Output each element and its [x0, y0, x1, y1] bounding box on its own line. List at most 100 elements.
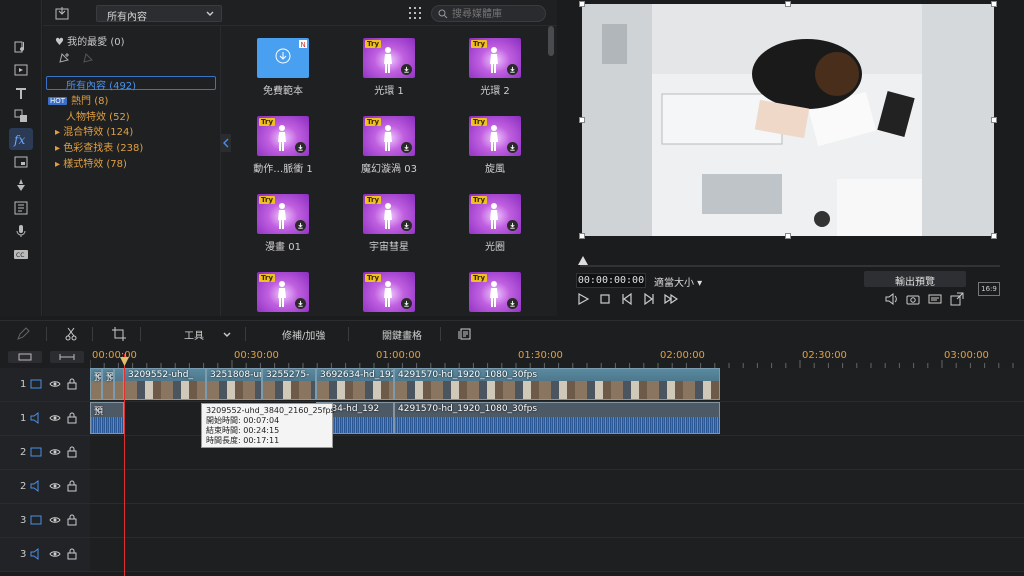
- track-header[interactable]: 3: [0, 504, 90, 538]
- prev-frame-icon[interactable]: [620, 292, 634, 306]
- volume-icon[interactable]: [884, 292, 898, 306]
- audio-clip[interactable]: 預: [90, 402, 124, 434]
- eye-icon[interactable]: [49, 480, 61, 492]
- scrub-knob[interactable]: [578, 256, 588, 265]
- eye-icon[interactable]: [49, 514, 61, 526]
- video-clip[interactable]: 3209552-uhd_: [124, 368, 206, 400]
- effect-tile[interactable]: Try: [469, 194, 521, 234]
- download-icon[interactable]: [295, 298, 306, 309]
- download-icon[interactable]: [401, 142, 412, 153]
- effect-tile[interactable]: Try: [363, 272, 415, 312]
- tree-people[interactable]: 人物特效 (52): [66, 108, 130, 123]
- particle-room-icon[interactable]: [9, 174, 33, 196]
- fit-timeline-button[interactable]: [50, 351, 84, 363]
- video-clip[interactable]: 3692634-hd_192: [316, 368, 394, 400]
- effect-tile[interactable]: Try: [363, 194, 415, 234]
- tree-blend[interactable]: ▸ 混合特效 (124): [55, 123, 133, 138]
- download-icon[interactable]: [507, 220, 518, 231]
- track-manager-button[interactable]: [8, 351, 42, 363]
- category-dropdown[interactable]: 所有內容: [96, 5, 222, 23]
- download-icon[interactable]: [507, 64, 518, 75]
- video-clip[interactable]: [114, 368, 124, 400]
- tools-menu[interactable]: 工具: [184, 327, 204, 342]
- effect-tile[interactable]: Try: [469, 272, 521, 312]
- library-scrollbar[interactable]: [547, 26, 555, 316]
- tree-style[interactable]: ▸ 樣式特效 (78): [55, 155, 127, 170]
- download-icon[interactable]: [401, 298, 412, 309]
- clip-properties-icon[interactable]: [458, 327, 472, 341]
- preview-scrub-bar[interactable]: [580, 265, 1000, 267]
- pen-icon[interactable]: [16, 327, 30, 341]
- video-clip[interactable]: 3251808-ur: [206, 368, 262, 400]
- effect-tile[interactable]: N: [257, 38, 309, 78]
- fx-room-icon[interactable]: fx: [9, 128, 33, 150]
- video-clip[interactable]: 4291570-hd_1920_1080_30fps: [394, 368, 720, 400]
- track-lane[interactable]: [90, 470, 1024, 504]
- track-lane[interactable]: [90, 504, 1024, 538]
- effect-tile[interactable]: Try: [363, 38, 415, 78]
- track-header[interactable]: 2: [0, 436, 90, 470]
- timecode-display[interactable]: 00:00:00:00: [576, 273, 646, 288]
- eye-icon[interactable]: [49, 548, 61, 560]
- lock-icon[interactable]: [66, 548, 78, 560]
- download-icon[interactable]: [295, 220, 306, 231]
- next-frame-icon[interactable]: [642, 292, 656, 306]
- lock-icon[interactable]: [66, 480, 78, 492]
- title-room-icon[interactable]: [9, 82, 33, 104]
- fast-forward-icon[interactable]: [664, 292, 678, 306]
- tree-hot[interactable]: HOT 熱門 (8): [48, 92, 108, 107]
- download-icon[interactable]: [401, 64, 412, 75]
- add-favorite-icon[interactable]: [57, 51, 71, 65]
- grid-view-icon[interactable]: [409, 7, 421, 19]
- video-clip[interactable]: 預: [90, 368, 102, 400]
- resize-handle-tr[interactable]: [991, 1, 997, 7]
- track-header[interactable]: 2: [0, 470, 90, 504]
- track-header[interactable]: 1: [0, 402, 90, 436]
- playhead-line[interactable]: [124, 354, 125, 576]
- external-preview-icon[interactable]: [950, 292, 964, 306]
- effect-tile[interactable]: Try: [257, 272, 309, 312]
- subtitle-preview-icon[interactable]: [928, 292, 942, 306]
- resize-handle-br[interactable]: [991, 233, 997, 239]
- crop-icon[interactable]: [112, 327, 126, 341]
- collapse-tree-button[interactable]: [221, 134, 231, 152]
- video-clip[interactable]: 3255275-: [262, 368, 316, 400]
- transition-room-icon[interactable]: [9, 105, 33, 127]
- effect-tile[interactable]: Try: [363, 116, 415, 156]
- resize-handle-t[interactable]: [785, 1, 791, 7]
- search-input[interactable]: [452, 8, 542, 20]
- download-icon[interactable]: [401, 220, 412, 231]
- track-lane[interactable]: [90, 538, 1024, 572]
- export-preview-button[interactable]: 輸出預覽: [864, 271, 966, 288]
- chapter-room-icon[interactable]: [9, 197, 33, 219]
- scissors-icon[interactable]: [64, 327, 78, 341]
- audio-clip[interactable]: 4291570-hd_1920_1080_30fps: [394, 402, 720, 434]
- chevron-down-icon[interactable]: [222, 330, 232, 340]
- play-icon[interactable]: [576, 292, 590, 306]
- resize-handle-bl[interactable]: [579, 233, 585, 239]
- remove-favorite-icon[interactable]: [81, 51, 95, 65]
- aspect-ratio-button[interactable]: 16:9: [978, 282, 1000, 296]
- zoom-fit-dropdown[interactable]: 適當大小 ▾: [654, 274, 718, 289]
- subtitle-room-icon[interactable]: CC: [9, 243, 33, 265]
- search-box[interactable]: [431, 5, 546, 22]
- video-clip[interactable]: 預: [102, 368, 114, 400]
- fix-enhance-button[interactable]: 修補/加強: [282, 327, 325, 342]
- lock-icon[interactable]: [66, 446, 78, 458]
- tree-favorites[interactable]: ♥ 我的最愛 (0): [55, 33, 125, 48]
- preview-video[interactable]: [582, 4, 994, 236]
- track-header[interactable]: 1: [0, 368, 90, 402]
- effect-tile[interactable]: Try: [257, 194, 309, 234]
- lock-icon[interactable]: [66, 412, 78, 424]
- tree-lut[interactable]: ▸ 色彩查找表 (238): [55, 139, 143, 154]
- video-room-icon[interactable]: [9, 59, 33, 81]
- download-icon[interactable]: [507, 142, 518, 153]
- effect-tile[interactable]: Try: [469, 116, 521, 156]
- effect-tile[interactable]: Try: [257, 116, 309, 156]
- pip-room-icon[interactable]: [9, 151, 33, 173]
- tree-all-content[interactable]: 所有內容 (492): [46, 76, 216, 92]
- scrollbar-thumb[interactable]: [548, 26, 554, 56]
- voice-room-icon[interactable]: [9, 220, 33, 242]
- eye-icon[interactable]: [49, 446, 61, 458]
- eye-icon[interactable]: [49, 378, 61, 390]
